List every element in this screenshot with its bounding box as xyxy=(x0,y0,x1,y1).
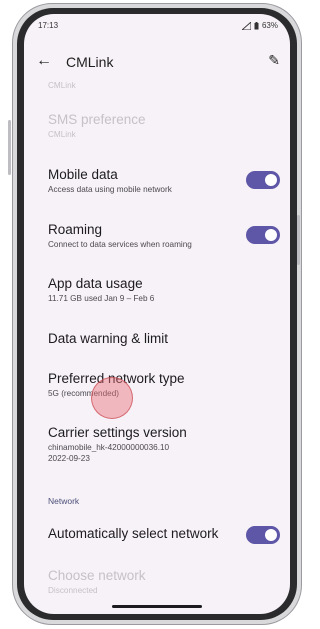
mobile-data-toggle[interactable] xyxy=(246,171,280,189)
volume-button xyxy=(8,120,11,175)
toggle-knob xyxy=(265,174,277,186)
choose-network-subtitle: Disconnected xyxy=(48,586,98,595)
arrow-back-icon[interactable]: ← xyxy=(36,52,52,70)
preferred-network-type-subtitle: 5G (recommended) xyxy=(48,389,119,398)
mobile-data-title: Mobile data xyxy=(48,167,118,182)
sms-preference-subtitle: CMLink xyxy=(48,130,76,139)
roaming-item[interactable]: Roaming Connect to data services when ro… xyxy=(48,221,268,250)
battery-percent: 63% xyxy=(261,21,278,30)
auto-select-network-item[interactable]: Automatically select network xyxy=(48,525,268,542)
status-right: 63% xyxy=(241,21,278,30)
preferred-network-type-title: Preferred network type xyxy=(48,371,185,386)
home-indicator[interactable] xyxy=(112,605,202,608)
sms-preference-title: SMS preference xyxy=(48,112,146,127)
pencil-icon[interactable]: ✎ xyxy=(268,52,280,69)
data-warning-item[interactable]: Data warning & limit xyxy=(48,330,268,347)
sms-preference-item: SMS preference CMLink xyxy=(48,111,268,140)
roaming-subtitle: Connect to data services when roaming xyxy=(48,240,192,249)
auto-select-network-toggle[interactable] xyxy=(246,526,280,544)
phone-screen: 17:13 63% ← CMLink ✎ CMLink SMS preferen… xyxy=(24,14,290,614)
app-data-usage-item[interactable]: App data usage 11.71 GB used Jan 9 – Feb… xyxy=(48,275,268,304)
app-data-usage-subtitle: 11.71 GB used Jan 9 – Feb 6 xyxy=(48,294,155,303)
status-time: 17:13 xyxy=(38,21,59,30)
data-warning-title: Data warning & limit xyxy=(48,331,169,346)
signal-icon xyxy=(241,21,251,30)
toggle-knob xyxy=(265,229,277,241)
power-button xyxy=(297,215,300,265)
app-bar: ← CMLink ✎ xyxy=(24,44,290,80)
status-bar: 17:13 63% xyxy=(24,14,290,36)
choose-network-title: Choose network xyxy=(48,568,146,583)
choose-network-item: Choose network Disconnected xyxy=(48,567,268,596)
roaming-title: Roaming xyxy=(48,222,103,237)
preferred-network-type-item[interactable]: Preferred network type 5G (recommended) xyxy=(48,370,268,399)
mobile-data-subtitle: Access data using mobile network xyxy=(48,185,172,194)
mobile-data-item[interactable]: Mobile data Access data using mobile net… xyxy=(48,166,268,195)
toggle-knob xyxy=(265,529,277,541)
top-partial-subtitle: CMLink xyxy=(48,81,76,90)
carrier-settings-item[interactable]: Carrier settings version chinamobile_hk-… xyxy=(48,424,268,464)
battery-icon xyxy=(254,21,259,29)
carrier-settings-date: 2022-09-23 xyxy=(48,454,90,463)
carrier-settings-title: Carrier settings version xyxy=(48,425,187,440)
app-data-usage-title: App data usage xyxy=(48,276,143,291)
auto-select-network-title: Automatically select network xyxy=(48,526,219,541)
section-header-network: Network xyxy=(48,496,80,506)
touch-indicator xyxy=(91,377,133,419)
list-item-top-partial: CMLink xyxy=(48,79,268,91)
carrier-settings-subtitle: chinamobile_hk-42000000036.10 xyxy=(48,443,170,452)
roaming-toggle[interactable] xyxy=(246,226,280,244)
page-title: CMLink xyxy=(66,54,114,70)
